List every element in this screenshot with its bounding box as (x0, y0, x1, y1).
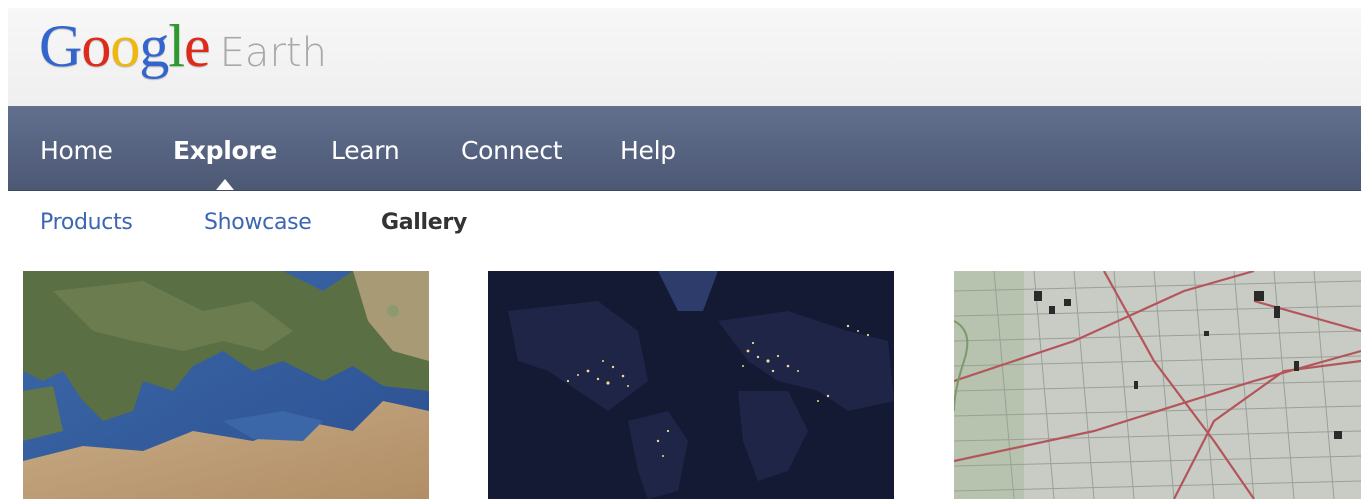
nav-home[interactable]: Home (40, 136, 113, 165)
nav-explore[interactable]: Explore (173, 136, 277, 165)
logo-letter: e (184, 13, 211, 79)
google-earth-logo[interactable]: Google Earth (39, 12, 327, 92)
europe-satellite-image (23, 271, 429, 499)
logo-letter: G (39, 13, 82, 79)
subnav-products[interactable]: Products (40, 210, 133, 235)
nav-connect[interactable]: Connect (461, 136, 563, 165)
topographic-map-image (954, 271, 1361, 499)
active-nav-indicator (216, 179, 234, 190)
europe-satellite-thumbnail[interactable] (23, 271, 429, 499)
subnav-showcase[interactable]: Showcase (204, 210, 312, 235)
logo-letter: o (110, 13, 140, 79)
earth-at-night-image (488, 271, 894, 499)
subnav-gallery[interactable]: Gallery (381, 210, 467, 235)
nav-learn[interactable]: Learn (331, 136, 400, 165)
logo-letter: o (81, 13, 111, 79)
google-wordmark: Google (39, 13, 211, 79)
topographic-map-thumbnail[interactable] (954, 271, 1361, 499)
site-header: Google Earth (8, 8, 1361, 107)
nav-help[interactable]: Help (620, 136, 676, 165)
logo-letter: g (139, 13, 169, 79)
logo-letter: l (168, 13, 185, 79)
product-name: Earth (219, 30, 327, 76)
main-nav: Home Explore Learn Connect Help (8, 106, 1361, 191)
earth-at-night-thumbnail[interactable] (488, 271, 894, 499)
